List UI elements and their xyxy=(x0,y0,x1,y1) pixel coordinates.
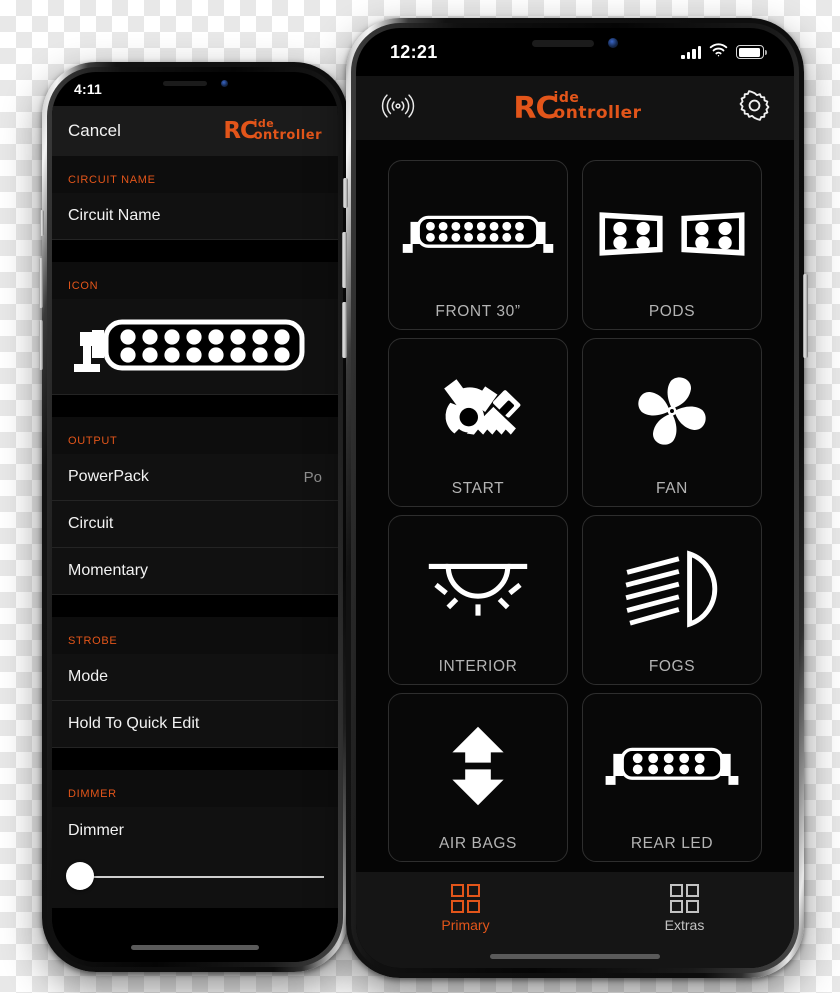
tile-rear-led[interactable]: REAR LED xyxy=(582,692,762,862)
tab-label: Primary xyxy=(441,917,490,933)
led-light-bar-icon xyxy=(395,171,561,297)
notch-right xyxy=(480,28,670,58)
tile-label: FOGS xyxy=(648,657,696,675)
row-powerpack[interactable]: PowerPack Po xyxy=(52,454,338,501)
volume-up-right[interactable] xyxy=(342,232,347,288)
row-momentary[interactable]: Momentary xyxy=(52,548,338,595)
logo-ontroller-text: ontroller xyxy=(553,102,642,123)
logo-ontroller-text: ontroller xyxy=(253,128,322,143)
rear-led-bar-icon xyxy=(589,704,755,830)
slider-knob[interactable] xyxy=(66,862,94,890)
tab-primary[interactable]: Primary xyxy=(356,884,575,942)
circuit-grid: FRONT 30” PODS START FAN INTERIOR FOGS A… xyxy=(356,140,794,872)
app-logo-left: RC ide ontroller xyxy=(223,118,322,144)
row-label: Circuit Name xyxy=(68,207,161,224)
settings-list: CIRCUIT NAME Circuit Name ICON OUTPUT Po… xyxy=(52,156,338,962)
row-label: PowerPack xyxy=(68,468,149,485)
grid-icon xyxy=(451,884,480,913)
fan-icon xyxy=(589,349,755,475)
nav-bar-left: Cancel RC ide ontroller xyxy=(52,106,338,156)
power-button-right[interactable] xyxy=(803,274,808,358)
slider-track xyxy=(68,876,324,878)
tile-label: AIR BAGS xyxy=(438,835,518,852)
row-hold-to-quick-edit[interactable]: Hold To Quick Edit xyxy=(52,701,338,748)
logo-rc-text: RC xyxy=(513,90,557,126)
mute-switch-left[interactable] xyxy=(40,210,44,236)
tile-front-30[interactable]: FRONT 30” xyxy=(388,160,568,330)
volume-down-right[interactable] xyxy=(342,302,347,358)
screen-right: 12:21 RC ide ontroller FRONT 30” PODS ST… xyxy=(356,28,794,968)
row-dimmer[interactable]: Dimmer xyxy=(52,807,338,854)
wifi-icon xyxy=(709,42,728,62)
tile-pods[interactable]: PODS xyxy=(582,160,762,330)
tile-air-bags[interactable]: AIR BAGS xyxy=(388,692,568,862)
earpiece-speaker-icon xyxy=(162,80,207,86)
phone-device-right: 12:21 RC ide ontroller FRONT 30” PODS ST… xyxy=(342,18,808,978)
section-header-strobe: STROBE xyxy=(52,617,338,654)
cancel-button[interactable]: Cancel xyxy=(68,121,121,141)
earpiece-speaker-icon xyxy=(532,39,594,47)
section-header-dimmer: DIMMER xyxy=(52,770,338,807)
app-logo-right: RC ide ontroller xyxy=(513,91,641,126)
tile-label: FRONT 30” xyxy=(435,302,521,320)
status-time-left: 4:11 xyxy=(74,81,103,97)
tile-label: FAN xyxy=(656,480,688,497)
row-label: Circuit xyxy=(68,515,114,532)
mute-switch-right[interactable] xyxy=(343,178,348,208)
tile-fan[interactable]: FAN xyxy=(582,337,762,507)
dome-light-icon xyxy=(395,526,561,652)
row-label: Mode xyxy=(68,668,109,685)
tile-interior[interactable]: INTERIOR xyxy=(388,515,568,685)
home-indicator-left[interactable] xyxy=(131,945,259,950)
section-header-output: OUTPUT xyxy=(52,417,338,454)
battery-icon xyxy=(736,45,767,59)
tile-start[interactable]: START xyxy=(388,337,568,507)
status-time-right: 12:21 xyxy=(390,41,438,62)
tile-fogs[interactable]: FOGS xyxy=(582,515,762,685)
ignition-key-icon xyxy=(395,349,561,475)
row-value: Po xyxy=(303,468,322,486)
logo-rc-text: RC xyxy=(223,118,257,144)
row-label: Momentary xyxy=(68,562,149,579)
section-header-icon: ICON xyxy=(52,262,338,299)
tile-label: START xyxy=(451,480,505,497)
section-header-circuit-name: CIRCUIT NAME xyxy=(52,156,338,193)
gear-icon[interactable] xyxy=(739,90,770,126)
cellular-signal-icon xyxy=(681,45,701,59)
status-indicators xyxy=(681,42,767,62)
row-mode[interactable]: Mode xyxy=(52,654,338,701)
volume-up-left[interactable] xyxy=(39,258,43,308)
section-spacer xyxy=(52,748,338,770)
tile-label: REAR LED xyxy=(630,835,714,852)
section-spacer xyxy=(52,395,338,417)
tab-label: Extras xyxy=(664,917,705,933)
phone-device-left: 4:11 Cancel RC ide ontroller CIRCUIT NAM… xyxy=(39,62,351,972)
grid-icon xyxy=(670,884,699,913)
tile-label: INTERIOR xyxy=(438,657,518,675)
led-light-bar-icon xyxy=(62,308,312,385)
section-spacer xyxy=(52,595,338,617)
tab-extras[interactable]: Extras xyxy=(575,884,794,942)
volume-down-left[interactable] xyxy=(39,320,43,370)
row-circuit[interactable]: Circuit xyxy=(52,501,338,548)
tile-label: PODS xyxy=(648,302,696,320)
app-bar-right: RC ide ontroller xyxy=(356,76,794,140)
home-indicator-right[interactable] xyxy=(490,954,660,959)
notch-left xyxy=(129,72,261,94)
broadcast-signal-icon[interactable] xyxy=(380,92,416,125)
front-camera-icon xyxy=(220,79,228,87)
row-circuit-name[interactable]: Circuit Name xyxy=(52,193,338,240)
up-down-arrows-icon xyxy=(395,704,561,830)
row-icon-preview[interactable] xyxy=(52,299,338,395)
section-spacer xyxy=(52,240,338,262)
front-camera-icon xyxy=(608,38,618,48)
led-pods-icon xyxy=(589,171,755,297)
screen-left: 4:11 Cancel RC ide ontroller CIRCUIT NAM… xyxy=(52,72,338,962)
row-label: Hold To Quick Edit xyxy=(68,715,200,732)
fog-light-icon xyxy=(589,526,755,652)
dimmer-slider[interactable] xyxy=(52,854,338,908)
row-label: Dimmer xyxy=(68,821,124,839)
